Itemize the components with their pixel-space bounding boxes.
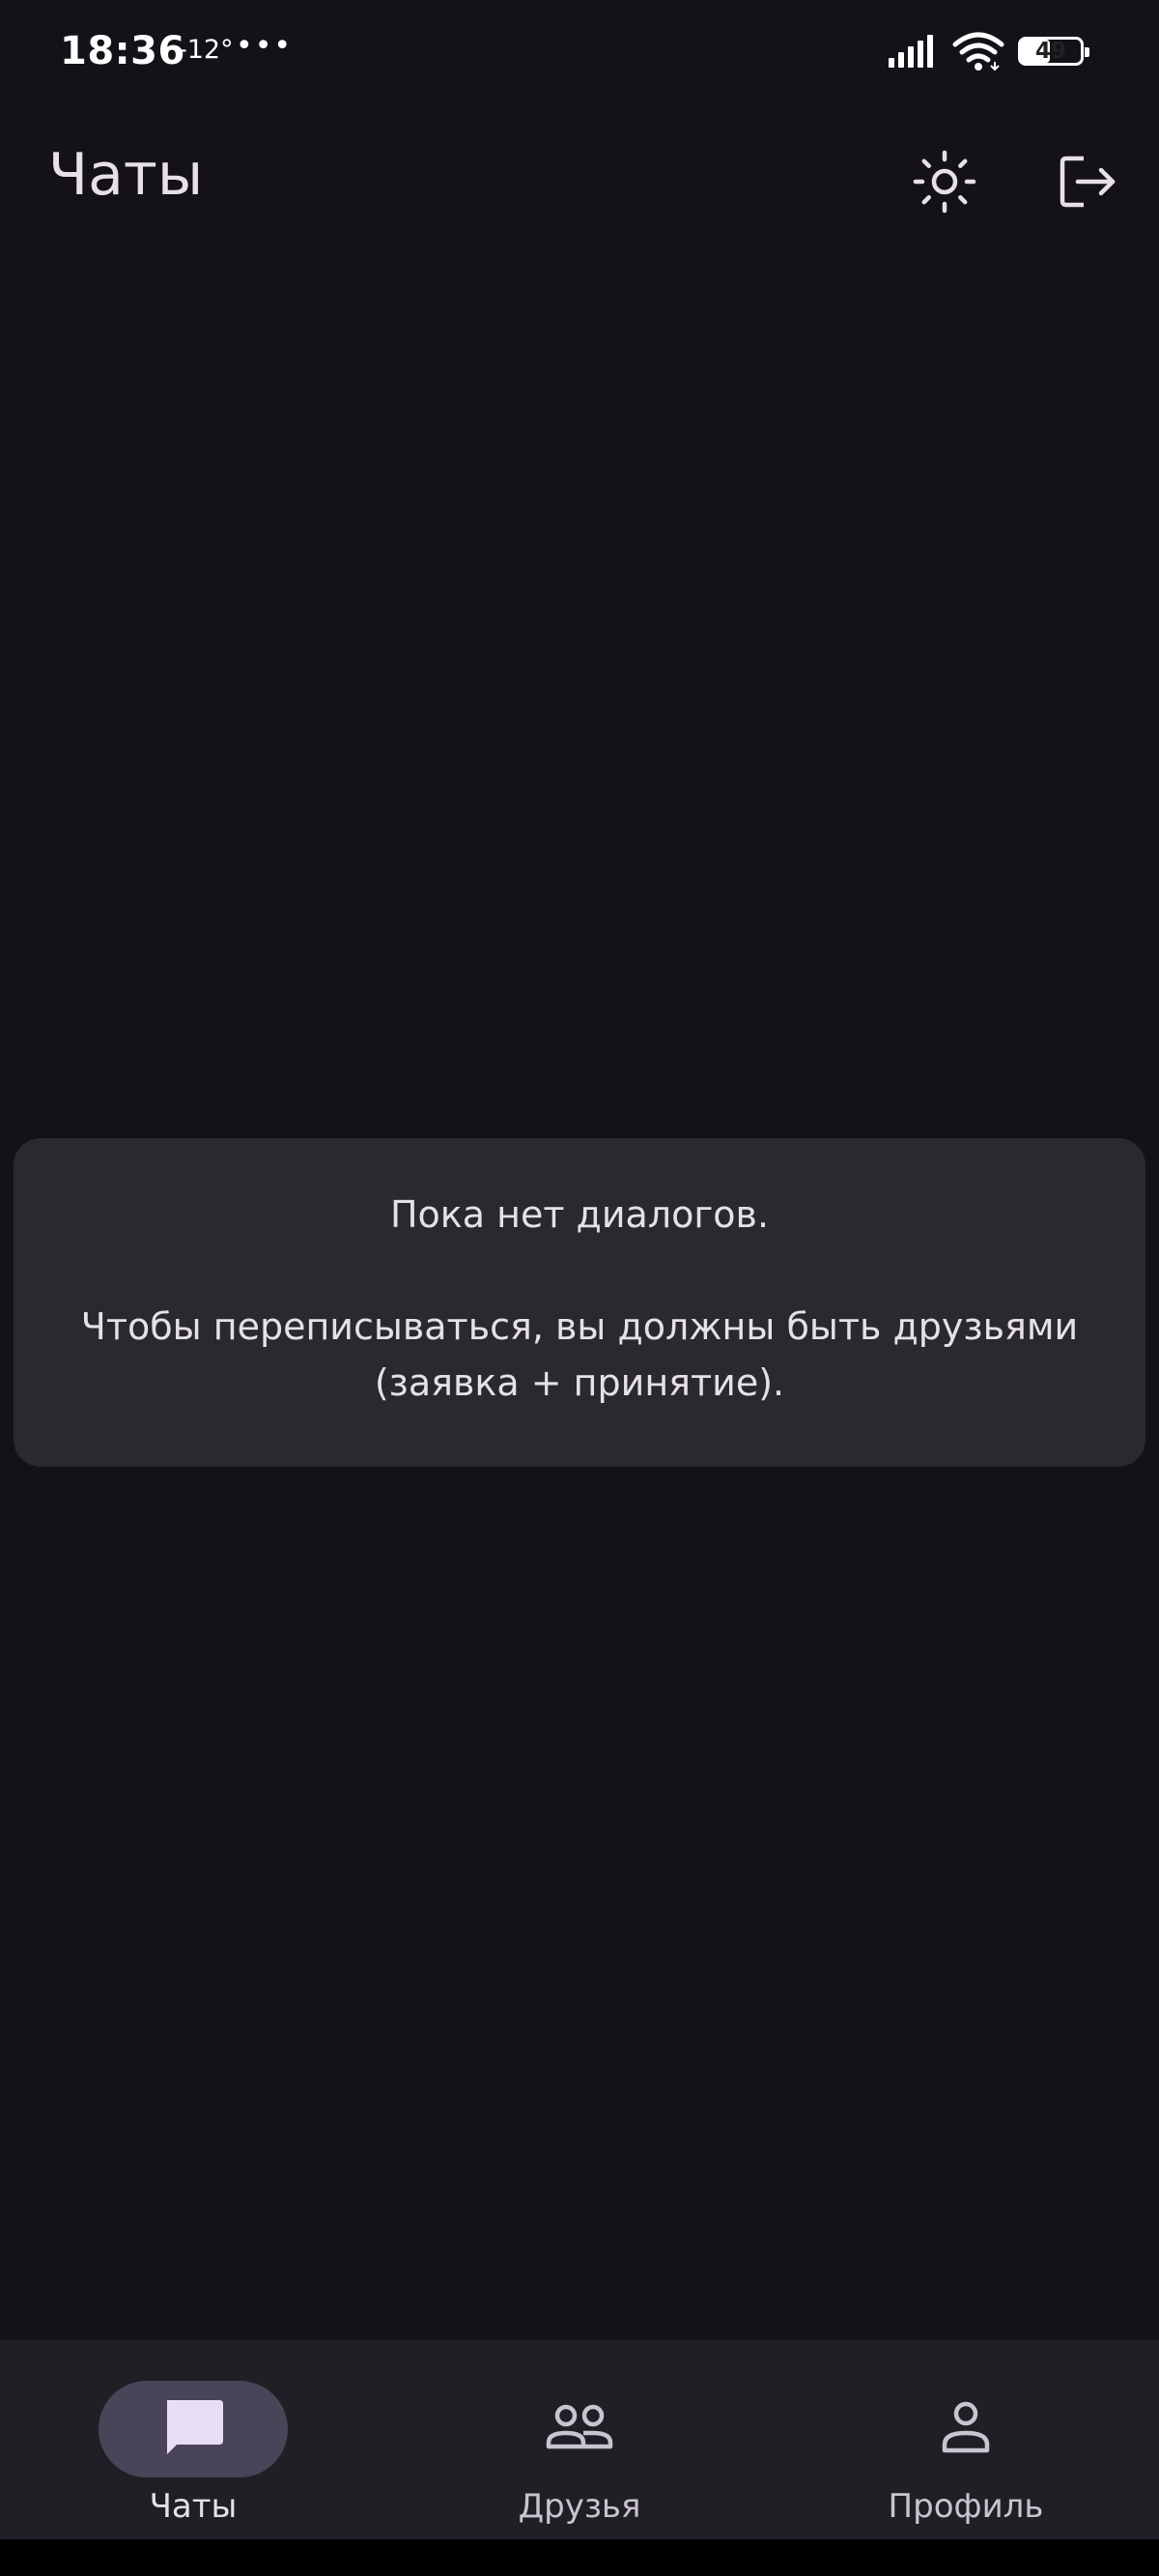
- nav-item-friends[interactable]: Друзья: [386, 2340, 773, 2539]
- nav-label-profile: Профиль: [888, 2487, 1044, 2526]
- sun-icon: [910, 147, 979, 220]
- nav-label-chats: Чаты: [149, 2487, 238, 2526]
- empty-state-title: Пока нет диалогов.: [389, 1193, 770, 1236]
- nav-icon-container: [485, 2381, 674, 2477]
- top-app-bar: Чаты: [0, 108, 1159, 263]
- wifi-icon: [952, 31, 1004, 75]
- active-indicator: [99, 2381, 288, 2477]
- empty-state-message: Чтобы переписываться, вы должны быть дру…: [80, 1305, 1079, 1404]
- battery-percent: 49: [1034, 39, 1066, 64]
- page-title: Чаты: [48, 141, 204, 209]
- profile-icon: [937, 2398, 995, 2460]
- bottom-navigation: Чаты Друзья Профиль: [0, 2340, 1159, 2539]
- status-temperature: -12°: [178, 35, 234, 65]
- battery-icon: 49: [1018, 37, 1089, 66]
- logout-icon: [1055, 149, 1120, 218]
- status-time: 18:36: [60, 29, 185, 73]
- nav-label-friends: Друзья: [518, 2487, 641, 2526]
- chats-screen: 18:36 -12° ••• 49 Чаты Пока нет диалогов…: [0, 0, 1159, 2576]
- theme-toggle-button[interactable]: [898, 137, 991, 230]
- system-gesture-bar: [0, 2539, 1159, 2576]
- friends-icon: [545, 2402, 614, 2456]
- nav-icon-container: [871, 2381, 1060, 2477]
- nav-item-chats[interactable]: Чаты: [0, 2340, 386, 2539]
- nav-item-profile[interactable]: Профиль: [773, 2340, 1159, 2539]
- status-bar: 18:36 -12° ••• 49: [0, 0, 1159, 108]
- more-notifications-icon: •••: [236, 29, 294, 63]
- cellular-signal-icon: [889, 35, 939, 72]
- chat-icon: [161, 2396, 225, 2462]
- empty-state-card: Пока нет диалогов. Чтобы переписываться,…: [14, 1138, 1145, 1467]
- logout-button[interactable]: [1041, 137, 1134, 230]
